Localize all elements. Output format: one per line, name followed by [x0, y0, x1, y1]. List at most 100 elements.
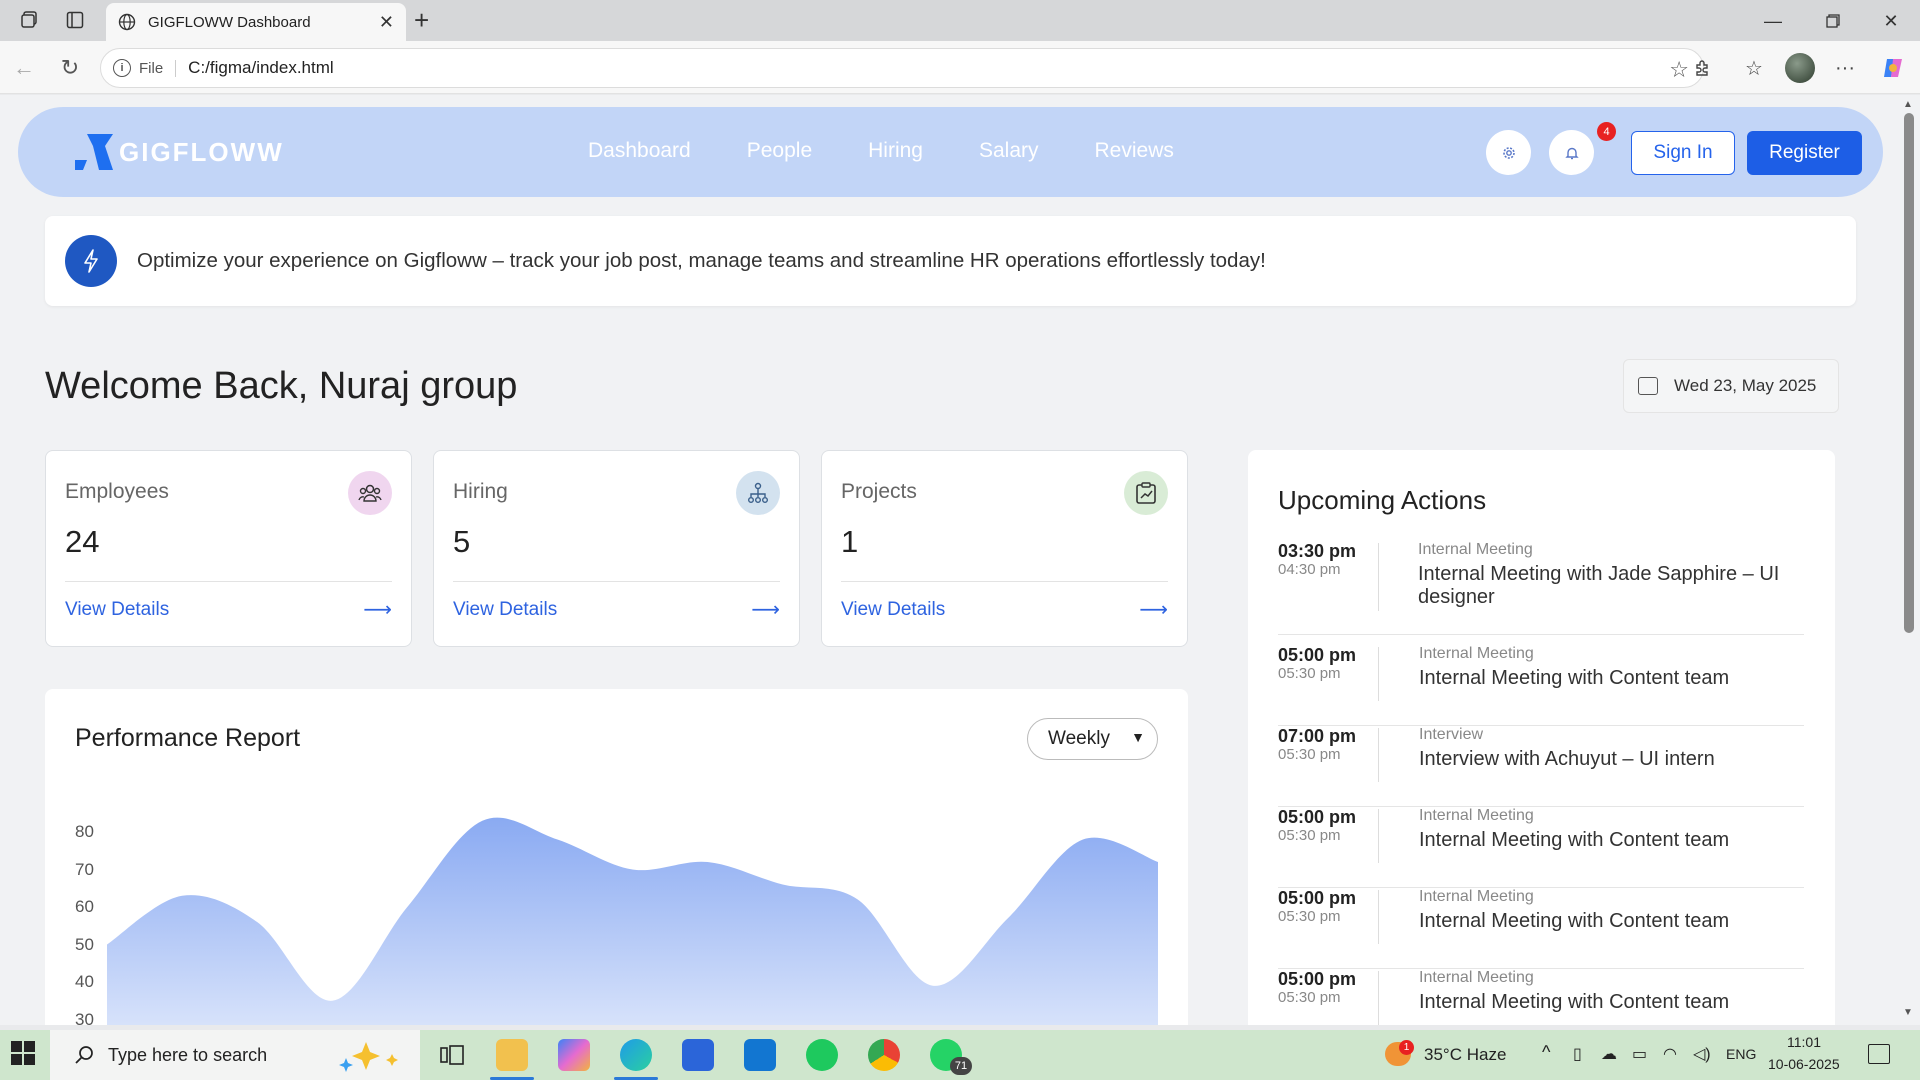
event-category: Internal Meeting: [1419, 807, 1534, 824]
reload-icon[interactable]: ↻: [56, 54, 84, 82]
card-label: Projects: [841, 480, 917, 503]
event-divider: [1378, 809, 1379, 863]
arrow-right-icon[interactable]: ⟶: [751, 597, 780, 622]
new-tab-icon[interactable]: +: [414, 6, 429, 34]
taskbar-search[interactable]: Type here to search: [50, 1030, 420, 1080]
nav-reviews[interactable]: Reviews: [1095, 139, 1174, 163]
notifications-center-icon[interactable]: [1868, 1044, 1890, 1064]
page-scrollbar[interactable]: ▲ ▼: [1898, 95, 1920, 1025]
clock-date[interactable]: 10-06-2025: [1768, 1056, 1840, 1072]
event-end-time: 05:30 pm: [1278, 827, 1341, 844]
language-indicator[interactable]: ENG: [1726, 1046, 1756, 1062]
copilot-app-icon[interactable]: [558, 1039, 590, 1071]
restore-icon[interactable]: [1810, 8, 1856, 34]
event-end-time: 05:30 pm: [1278, 746, 1341, 763]
view-details-link[interactable]: View Details: [841, 599, 945, 621]
event-description: Internal Meeting with Content team: [1419, 829, 1730, 851]
settings-button[interactable]: [1486, 130, 1531, 175]
device-icon[interactable]: ▯: [1573, 1044, 1582, 1064]
wifi-icon[interactable]: ◠: [1663, 1044, 1677, 1064]
people-icon: [348, 471, 392, 515]
file-explorer-icon[interactable]: [496, 1039, 528, 1071]
event-description: Internal Meeting with Content team: [1419, 991, 1730, 1013]
event-start-time: 05:00 pm: [1278, 969, 1357, 989]
card-label: Hiring: [453, 480, 508, 503]
extensions-icon[interactable]: [1690, 55, 1716, 81]
scroll-down-icon[interactable]: ▼: [1903, 1007, 1913, 1018]
copilot-icon[interactable]: [1880, 55, 1906, 81]
vertical-tabs-icon[interactable]: [62, 8, 88, 32]
sign-in-button[interactable]: Sign In: [1631, 131, 1735, 175]
sparkle-icon: [339, 1042, 398, 1072]
favorite-star-icon[interactable]: ☆: [1669, 57, 1689, 83]
hiring-card: Hiring 5 View Details ⟶: [433, 450, 800, 647]
spotify-icon[interactable]: [806, 1039, 838, 1071]
event-item[interactable]: 05:00 pm 05:30 pm Internal Meeting Inter…: [1278, 969, 1804, 1025]
event-start-time: 05:00 pm: [1278, 645, 1357, 665]
close-tab-icon[interactable]: ✕: [379, 12, 394, 33]
chrome-icon[interactable]: [868, 1039, 900, 1071]
event-end-time: 05:30 pm: [1278, 665, 1341, 682]
logo[interactable]: GIGFLOWW: [73, 132, 284, 172]
arrow-right-icon[interactable]: ⟶: [1139, 597, 1168, 622]
profile-avatar[interactable]: [1785, 53, 1815, 83]
nav-salary[interactable]: Salary: [979, 139, 1039, 163]
whatsapp-badge: 71: [950, 1057, 972, 1075]
card-divider: [841, 581, 1168, 582]
event-item[interactable]: 05:00 pm 05:30 pm Internal Meeting Inter…: [1278, 888, 1804, 969]
event-divider: [1378, 543, 1379, 611]
event-divider: [1378, 728, 1379, 782]
org-chart-icon: [736, 471, 780, 515]
event-item[interactable]: 05:00 pm 05:30 pm Internal Meeting Inter…: [1278, 645, 1804, 726]
scroll-up-icon[interactable]: ▲: [1903, 99, 1913, 110]
task-view-icon[interactable]: [436, 1039, 468, 1071]
nav-hiring[interactable]: Hiring: [868, 139, 923, 163]
more-menu-icon[interactable]: ···: [1832, 55, 1858, 81]
address-bar[interactable]: i File C:/figma/index.html ☆: [100, 48, 1704, 88]
event-item[interactable]: 05:00 pm 05:30 pm Internal Meeting Inter…: [1278, 807, 1804, 888]
close-window-icon[interactable]: ✕: [1868, 8, 1914, 34]
globe-icon: [118, 13, 136, 31]
lightning-icon: [65, 235, 117, 287]
favorites-icon[interactable]: ☆: [1741, 55, 1767, 81]
back-icon[interactable]: ←: [10, 54, 38, 82]
nav-people[interactable]: People: [747, 139, 812, 163]
nav-dashboard[interactable]: Dashboard: [588, 139, 691, 163]
performance-report-panel: Performance Report Weekly ▼ 80 70 60 50 40 30…: [45, 689, 1188, 1025]
event-description: Interview with Achuyut – UI intern: [1419, 748, 1715, 770]
date-display[interactable]: Wed 23, May 2025: [1623, 359, 1839, 413]
event-description: Internal Meeting with Content team: [1419, 910, 1730, 932]
battery-icon[interactable]: ▭: [1632, 1044, 1647, 1064]
clock-time[interactable]: 11:01: [1787, 1034, 1821, 1050]
workspaces-icon[interactable]: [17, 8, 43, 32]
network-cloud-icon[interactable]: ☁: [1601, 1044, 1617, 1064]
card-value: 1: [841, 524, 859, 559]
windows-start-icon[interactable]: [10, 1040, 40, 1070]
view-details-link[interactable]: View Details: [453, 599, 557, 621]
event-description: Internal Meeting with Jade Sapphire – UI…: [1418, 563, 1780, 608]
projects-card: Projects 1 View Details ⟶: [821, 450, 1188, 647]
event-item[interactable]: 03:30 pm 04:30 pm Internal Meeting Inter…: [1278, 541, 1804, 635]
arrow-right-icon[interactable]: ⟶: [363, 597, 392, 622]
scrollbar-thumb[interactable]: [1904, 113, 1914, 633]
search-placeholder: Type here to search: [108, 1044, 268, 1065]
upcoming-actions-panel: Upcoming Actions 03:30 pm 04:30 pm Inter…: [1248, 450, 1835, 1025]
chevron-up-icon[interactable]: ^: [1542, 1042, 1550, 1063]
view-details-link[interactable]: View Details: [65, 599, 169, 621]
minimize-icon[interactable]: —: [1750, 8, 1796, 34]
upcoming-title: Upcoming Actions: [1278, 485, 1487, 515]
notifications-button[interactable]: [1549, 130, 1594, 175]
volume-icon[interactable]: ◁): [1693, 1044, 1711, 1064]
edge-browser-icon[interactable]: [620, 1039, 652, 1071]
microsoft-store-icon[interactable]: [682, 1039, 714, 1071]
register-button[interactable]: Register: [1747, 131, 1862, 175]
weather-text[interactable]: 35°C Haze: [1424, 1045, 1506, 1065]
tab-title: GIGFLOWW Dashboard: [148, 13, 311, 31]
info-banner: Optimize your experience on Gigfloww – t…: [45, 216, 1856, 306]
browser-tab-active[interactable]: GIGFLOWW Dashboard ✕: [106, 3, 406, 41]
weather-alert-badge: 1: [1399, 1040, 1414, 1055]
outlook-icon[interactable]: [744, 1039, 776, 1071]
event-item[interactable]: 07:00 pm 05:30 pm Interview Interview wi…: [1278, 726, 1804, 807]
card-label: Employees: [65, 480, 169, 503]
info-icon[interactable]: i: [113, 59, 131, 77]
